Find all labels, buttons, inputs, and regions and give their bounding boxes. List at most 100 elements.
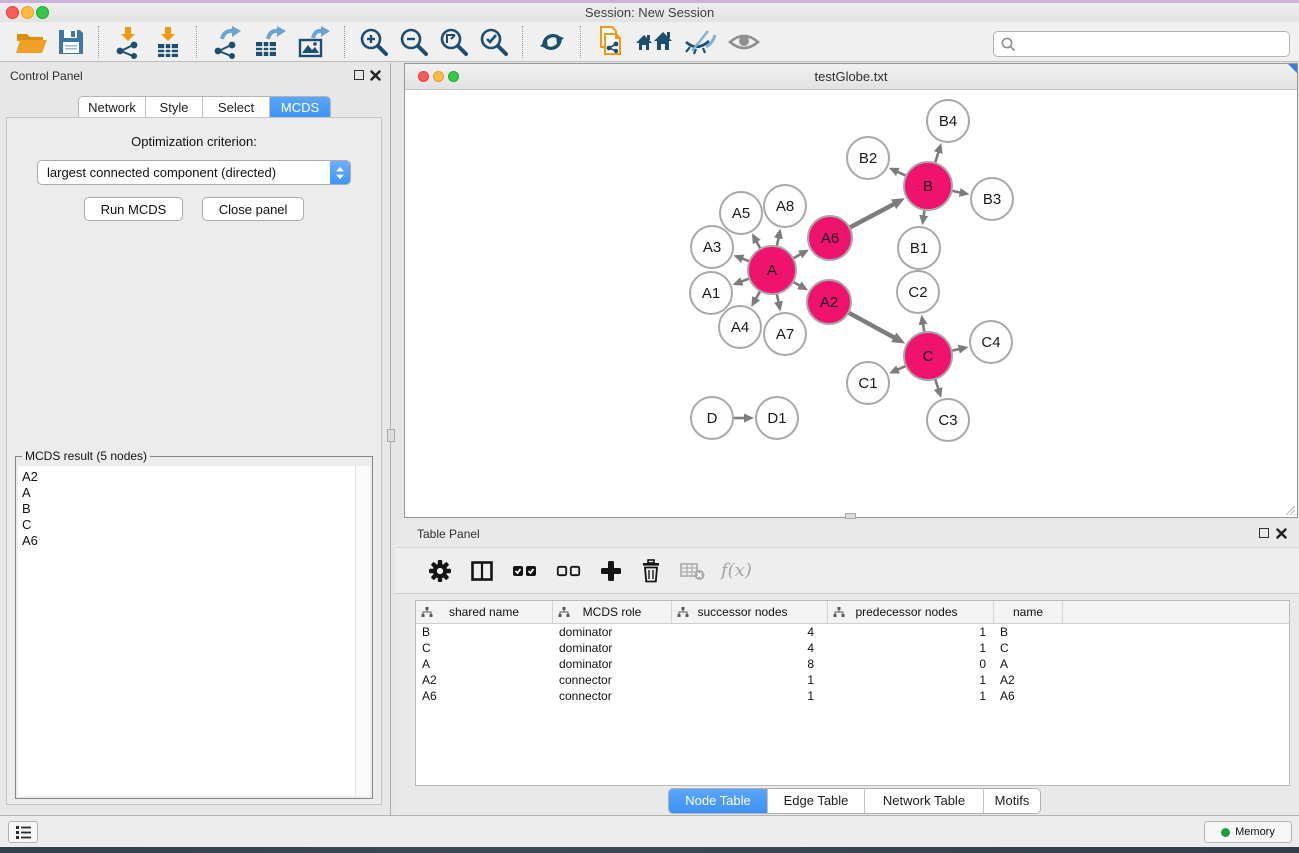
network-graph[interactable]: ABCA6A2A5A8A3A1A4A7B2B4B3B1C2C4C1C3DD1 [405,89,1297,517]
resize-grip-icon[interactable] [1283,503,1296,516]
cell: 1 [828,640,994,656]
export-image-icon [296,25,332,59]
hierarchy-sort-icon [833,607,845,618]
delete-columns-button[interactable] [640,559,662,583]
graph-edge-A2-C[interactable] [847,312,895,338]
table-row-A[interactable]: Adominator80A [416,656,1289,672]
duplicate-network-button[interactable] [594,24,626,60]
graph-node-label-B4: B4 [939,113,957,130]
cell: B [994,624,1063,640]
zoom-fit-icon [438,26,470,58]
show-panels-button[interactable] [726,28,762,56]
save-session-button[interactable] [56,26,86,58]
gear-icon [428,559,452,583]
application-window: Session: New Session Control Panel [0,0,1299,853]
mcds-result-item[interactable]: C [22,517,356,533]
cell: A [994,656,1063,672]
float-panel-button[interactable] [354,70,364,80]
table-tabs: Node TableEdge TableNetwork TableMotifs [668,788,1041,814]
mcds-result-item[interactable]: A6 [22,533,356,549]
import-table-button[interactable] [152,25,184,59]
mcds-result-item[interactable]: B [22,501,356,517]
show-columns-button[interactable] [470,559,494,583]
cell-filler [1063,672,1289,688]
table-settings-button[interactable] [428,559,452,583]
tab-motifs[interactable]: Motifs [984,789,1040,813]
cell: 1 [672,672,828,688]
export-image-button[interactable] [296,25,332,59]
task-history-button[interactable] [8,821,38,843]
network-window-titlebar: testGlobe.txt [405,64,1297,90]
export-table-button[interactable] [252,25,288,59]
close-icon [1276,528,1287,539]
mcds-result-item[interactable]: A [22,485,356,501]
vertical-splitter-handle[interactable] [387,429,395,442]
mcds-result-list: A2ABCA6 [18,466,356,796]
zoom-selected-button[interactable] [478,26,510,58]
mcds-result-item[interactable]: A2 [22,469,356,485]
result-scrollbar[interactable] [355,466,370,796]
function-builder-button[interactable]: f(x) [721,560,752,581]
table-row-C[interactable]: Cdominator41C [416,640,1289,656]
cell: dominator [553,640,672,656]
cell: connector [553,688,672,704]
zoom-fit-button[interactable] [438,26,470,58]
zoom-out-button[interactable] [398,26,430,58]
graph-edge-A6-B[interactable] [848,204,895,229]
export-network-button[interactable] [210,25,244,59]
search-input[interactable] [1020,33,1289,55]
memory-indicator-button[interactable]: Memory [1204,821,1292,843]
apply-layout-button[interactable] [536,26,568,58]
tab-network-table[interactable]: Network Table [865,789,984,813]
import-network-button[interactable] [112,25,144,59]
select-all-icon [512,563,538,579]
select-all-button[interactable] [512,563,538,579]
tab-network[interactable]: Network [79,97,146,119]
close-panel-button[interactable] [369,69,381,81]
tab-style[interactable]: Style [146,97,203,119]
delete-table-icon [680,560,706,582]
tab-select[interactable]: Select [203,97,270,119]
graph-node-label-C2: C2 [908,284,927,301]
zoom-in-button[interactable] [358,26,390,58]
deselect-all-button[interactable] [556,563,582,579]
column-header-successor-nodes[interactable]: successor nodes [672,601,828,623]
horizontal-splitter-handle[interactable] [845,513,856,519]
node-table-header: shared nameMCDS rolesuccessor nodesprede… [416,601,1289,624]
zoom-selected-icon [478,26,510,58]
close-mcds-panel-button[interactable]: Close panel [202,197,305,221]
open-folder-icon [14,26,48,58]
column-header-MCDS-role[interactable]: MCDS role [553,601,672,623]
column-header-shared-name[interactable]: shared name [416,601,553,623]
mcds-result-group: MCDS result (5 nodes) A2ABCA6 [15,456,373,799]
table-row-A6[interactable]: A6connector11A6 [416,688,1289,704]
open-session-button[interactable] [14,26,48,58]
graph-node-label-B: B [923,178,933,195]
status-bar: Memory [0,815,1299,847]
table-row-A2[interactable]: A2connector11A2 [416,672,1289,688]
add-column-button[interactable] [600,560,622,582]
memory-status-dot [1221,828,1230,837]
plus-icon [600,560,622,582]
cell: C [994,640,1063,656]
node-table: shared nameMCDS rolesuccessor nodesprede… [415,600,1290,786]
memory-label: Memory [1235,826,1275,838]
delete-table-button[interactable] [680,560,706,582]
run-mcds-button[interactable]: Run MCDS [84,197,184,221]
hide-panels-button[interactable] [682,27,718,57]
home-view-button[interactable] [634,27,674,57]
graph-node-label-C1: C1 [858,375,877,392]
tab-node-table[interactable]: Node Table [669,789,768,813]
float-table-panel-button[interactable] [1259,528,1269,538]
column-header-predecessor-nodes[interactable]: predecessor nodes [828,601,994,623]
optimization-criterion-select[interactable]: largest connected component (directed) [37,160,351,185]
cell: 4 [672,624,828,640]
graph-node-label-C: C [923,348,934,365]
tab-edge-table[interactable]: Edge Table [768,789,865,813]
export-table-icon [252,25,288,59]
close-table-panel-button[interactable] [1275,527,1287,539]
tab-mcds[interactable]: MCDS [270,97,330,119]
column-header-name[interactable]: name [994,601,1063,623]
titlebar: Session: New Session [0,3,1299,22]
table-row-B[interactable]: Bdominator41B [416,624,1289,640]
